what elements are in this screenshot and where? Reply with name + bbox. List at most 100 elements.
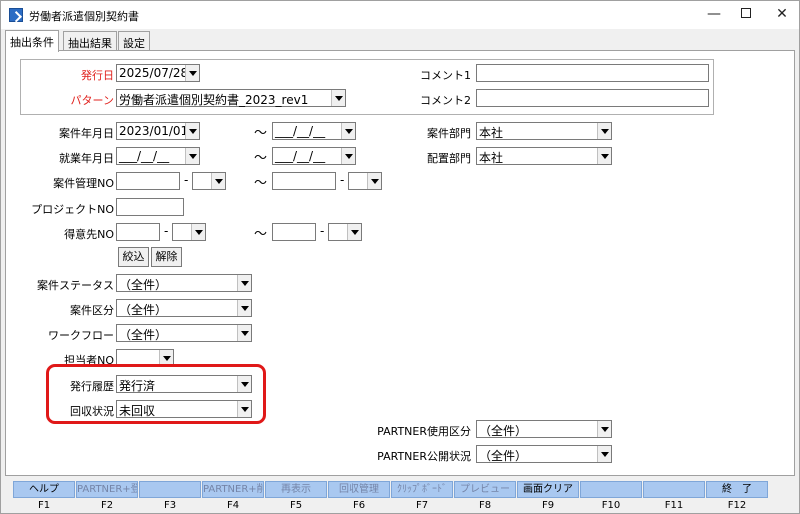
close-button[interactable]: ✕ — [759, 1, 799, 29]
work-date-to-value: ___/__/__ — [275, 149, 326, 163]
chevron-down-icon[interactable] — [331, 90, 345, 106]
fkey-button-f5[interactable]: 再表示 — [265, 481, 327, 498]
range-tilde: ～ — [254, 151, 268, 166]
chevron-down-icon[interactable] — [185, 65, 199, 81]
maximize-icon — [741, 8, 751, 18]
tab-extract-results[interactable]: 抽出結果 — [63, 31, 117, 51]
case-date-to[interactable]: ___/__/__ — [272, 122, 356, 140]
customer-to-branch[interactable] — [328, 223, 362, 241]
comment2-label: コメント2 — [420, 94, 471, 107]
dash: - — [184, 173, 189, 187]
conditions-panel: 発行日 2025/07/28 パターン 労働者派遣個別契約書_2023_rev1… — [5, 50, 795, 476]
fkey-button-f7[interactable]: ｸﾘｯﾌﾟﾎﾞｰﾄﾞ — [391, 481, 453, 498]
assign-dept-value: 本社 — [479, 151, 504, 165]
chevron-down-icon[interactable] — [237, 300, 251, 316]
work-date-label: 就業年月日 — [59, 152, 114, 165]
pattern-select[interactable]: 労働者派遣個別契約書_2023_rev1 — [116, 89, 346, 107]
chevron-down-icon[interactable] — [185, 148, 199, 164]
case-dept-value: 本社 — [479, 126, 504, 140]
partner-use-select[interactable]: （全件） — [476, 420, 612, 438]
chevron-down-icon[interactable] — [211, 173, 225, 189]
partner-public-select[interactable]: （全件） — [476, 445, 612, 463]
case-date-from[interactable]: 2023/01/01 — [116, 122, 200, 140]
comment2-field[interactable] — [476, 89, 709, 107]
fkey-button-f8[interactable]: プレビュー — [454, 481, 516, 498]
case-class-label: 案件区分 — [70, 304, 114, 317]
comment1-field[interactable] — [476, 64, 709, 82]
dash: - — [320, 224, 325, 238]
chevron-down-icon[interactable] — [597, 446, 611, 462]
work-date-from-value: ___/__/__ — [119, 149, 170, 163]
clear-button[interactable]: 解除 — [151, 247, 182, 267]
tab-settings[interactable]: 設定 — [118, 31, 150, 51]
case-dept-select[interactable]: 本社 — [476, 122, 612, 140]
customer-label: 得意先NO — [64, 228, 114, 241]
fkey-button-f10[interactable] — [580, 481, 642, 498]
fkey-label-f1: F1 — [37, 500, 51, 511]
case-status-select[interactable]: （全件） — [116, 274, 252, 292]
chevron-down-icon[interactable] — [341, 123, 355, 139]
fkey-button-f11[interactable] — [643, 481, 705, 498]
case-mgmt-from-branch[interactable] — [192, 172, 226, 190]
chevron-down-icon[interactable] — [237, 325, 251, 341]
pattern-label: パターン — [70, 94, 114, 107]
issue-date-picker[interactable]: 2025/07/28 — [116, 64, 200, 82]
workflow-select[interactable]: （全件） — [116, 324, 252, 342]
fkey-button-f2[interactable]: PARTNER+登録 — [76, 481, 138, 498]
work-date-from[interactable]: ___/__/__ — [116, 147, 200, 165]
fkey-label-f4: F4 — [226, 500, 240, 511]
chevron-down-icon[interactable] — [347, 224, 361, 240]
case-mgmt-from-field[interactable] — [116, 172, 180, 190]
chevron-down-icon[interactable] — [191, 224, 205, 240]
issue-date-value: 2025/07/28 — [119, 66, 189, 80]
fkey-button-f9[interactable]: 画面クリア — [517, 481, 579, 498]
tab-extract-conditions[interactable]: 抽出条件 — [5, 30, 59, 52]
project-field[interactable] — [116, 198, 184, 216]
customer-from-branch[interactable] — [172, 223, 206, 241]
case-status-value: （全件） — [119, 278, 168, 292]
fkey-button-f1[interactable]: ヘルプ — [13, 481, 75, 498]
case-mgmt-to-branch[interactable] — [348, 172, 382, 190]
customer-from-field[interactable] — [116, 223, 160, 241]
fkey-label-f3: F3 — [163, 500, 177, 511]
comment1-label: コメント1 — [420, 69, 471, 82]
project-label: プロジェクトNO — [31, 203, 114, 216]
function-key-bar: ヘルプ F1 PARTNER+登録 F2 F3 PARTNER+削除 F4 再表示 F5 回収管理… — [13, 481, 793, 511]
chevron-down-icon[interactable] — [597, 123, 611, 139]
fkey-label-f2: F2 — [100, 500, 114, 511]
partner-use-label: PARTNER使用区分 — [377, 425, 471, 438]
dash: - — [340, 173, 345, 187]
chevron-down-icon[interactable] — [237, 275, 251, 291]
case-class-value: （全件） — [119, 303, 168, 317]
fkey-button-f6[interactable]: 回収管理 — [328, 481, 390, 498]
case-mgmt-to-field[interactable] — [272, 172, 336, 190]
chevron-down-icon[interactable] — [597, 148, 611, 164]
chevron-down-icon[interactable] — [367, 173, 381, 189]
highlight-annotation — [46, 364, 266, 424]
case-class-select[interactable]: （全件） — [116, 299, 252, 317]
narrow-button[interactable]: 絞込 — [118, 247, 149, 267]
chevron-down-icon[interactable] — [341, 148, 355, 164]
partner-use-value: （全件） — [479, 424, 528, 438]
issue-date-label: 発行日 — [81, 69, 114, 82]
app-icon — [9, 8, 23, 22]
fkey-label-f6: F6 — [352, 500, 366, 511]
range-tilde: ～ — [254, 126, 268, 141]
work-date-to[interactable]: ___/__/__ — [272, 147, 356, 165]
title-bar: 労働者派遣個別契約書 — ✕ — [1, 1, 799, 29]
fkey-button-f4[interactable]: PARTNER+削除 — [202, 481, 264, 498]
assign-dept-select[interactable]: 本社 — [476, 147, 612, 165]
partner-public-label: PARTNER公開状況 — [377, 450, 471, 463]
case-date-from-value: 2023/01/01 — [119, 124, 189, 138]
fkey-label-f8: F8 — [478, 500, 492, 511]
chevron-down-icon[interactable] — [597, 421, 611, 437]
case-mgmt-label: 案件管理NO — [53, 177, 114, 190]
fkey-label-f5: F5 — [289, 500, 303, 511]
fkey-button-f12[interactable]: 終 了 — [706, 481, 768, 498]
dash: - — [164, 224, 169, 238]
fkey-button-f3[interactable] — [139, 481, 201, 498]
range-tilde: ～ — [254, 227, 268, 242]
customer-to-field[interactable] — [272, 223, 316, 241]
app-window: 労働者派遣個別契約書 — ✕ 抽出条件 抽出結果 設定 発行日 2025/07/… — [0, 0, 800, 514]
chevron-down-icon[interactable] — [185, 123, 199, 139]
